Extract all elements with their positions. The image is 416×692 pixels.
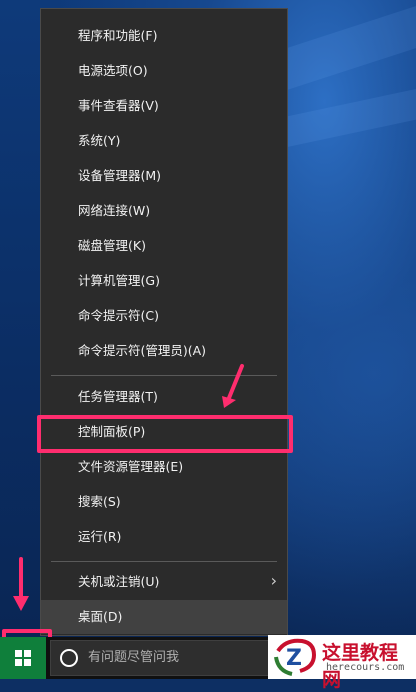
winx-context-menu: 程序和功能(F) 电源选项(O) 事件查看器(V) 系统(Y) 设备管理器(M)… (40, 8, 288, 636)
watermark-url: herecours.com (326, 662, 405, 673)
menu-item-power-options[interactable]: 电源选项(O) (41, 54, 287, 88)
control-panel-highlight-box (37, 415, 293, 453)
menu-item-network-connections[interactable]: 网络连接(W) (41, 194, 287, 228)
menu-item-run[interactable]: 运行(R) (41, 520, 287, 554)
start-button[interactable] (0, 637, 46, 679)
windows-logo-icon (15, 650, 31, 666)
chevron-right-icon: › (270, 571, 277, 590)
cortana-circle-icon (60, 649, 78, 667)
watermark: Z 这里教程网 herecours.com (268, 635, 416, 691)
search-placeholder: 有问题尽管问我 (88, 650, 180, 665)
menu-item-task-manager[interactable]: 任务管理器(T) (41, 380, 287, 414)
menu-item-device-manager[interactable]: 设备管理器(M) (41, 159, 287, 193)
menu-item-computer-management[interactable]: 计算机管理(G) (41, 264, 287, 298)
arrow-pointer-icon (222, 364, 244, 408)
menu-item-desktop[interactable]: 桌面(D) (41, 600, 287, 634)
watermark-logo-icon: Z (274, 638, 317, 676)
menu-item-command-prompt-admin[interactable]: 命令提示符(管理员)(A) (41, 334, 287, 368)
menu-item-event-viewer[interactable]: 事件查看器(V) (41, 89, 287, 123)
menu-item-command-prompt[interactable]: 命令提示符(C) (41, 299, 287, 333)
menu-item-search[interactable]: 搜索(S) (41, 485, 287, 519)
taskbar-search-box[interactable]: 有问题尽管问我 (50, 640, 272, 676)
wallpaper-light-beam (270, 82, 416, 150)
menu-item-shutdown-signout[interactable]: 关机或注销(U) › (41, 565, 287, 599)
menu-item-programs-features[interactable]: 程序和功能(F) (41, 19, 287, 53)
menu-separator (51, 561, 277, 562)
menu-item-disk-management[interactable]: 磁盘管理(K) (41, 229, 287, 263)
menu-item-system[interactable]: 系统(Y) (41, 124, 287, 158)
arrow-pointer-icon (13, 557, 29, 611)
menu-item-label: 关机或注销(U) (78, 574, 160, 589)
svg-text:Z: Z (286, 646, 302, 671)
menu-item-file-explorer[interactable]: 文件资源管理器(E) (41, 450, 287, 484)
